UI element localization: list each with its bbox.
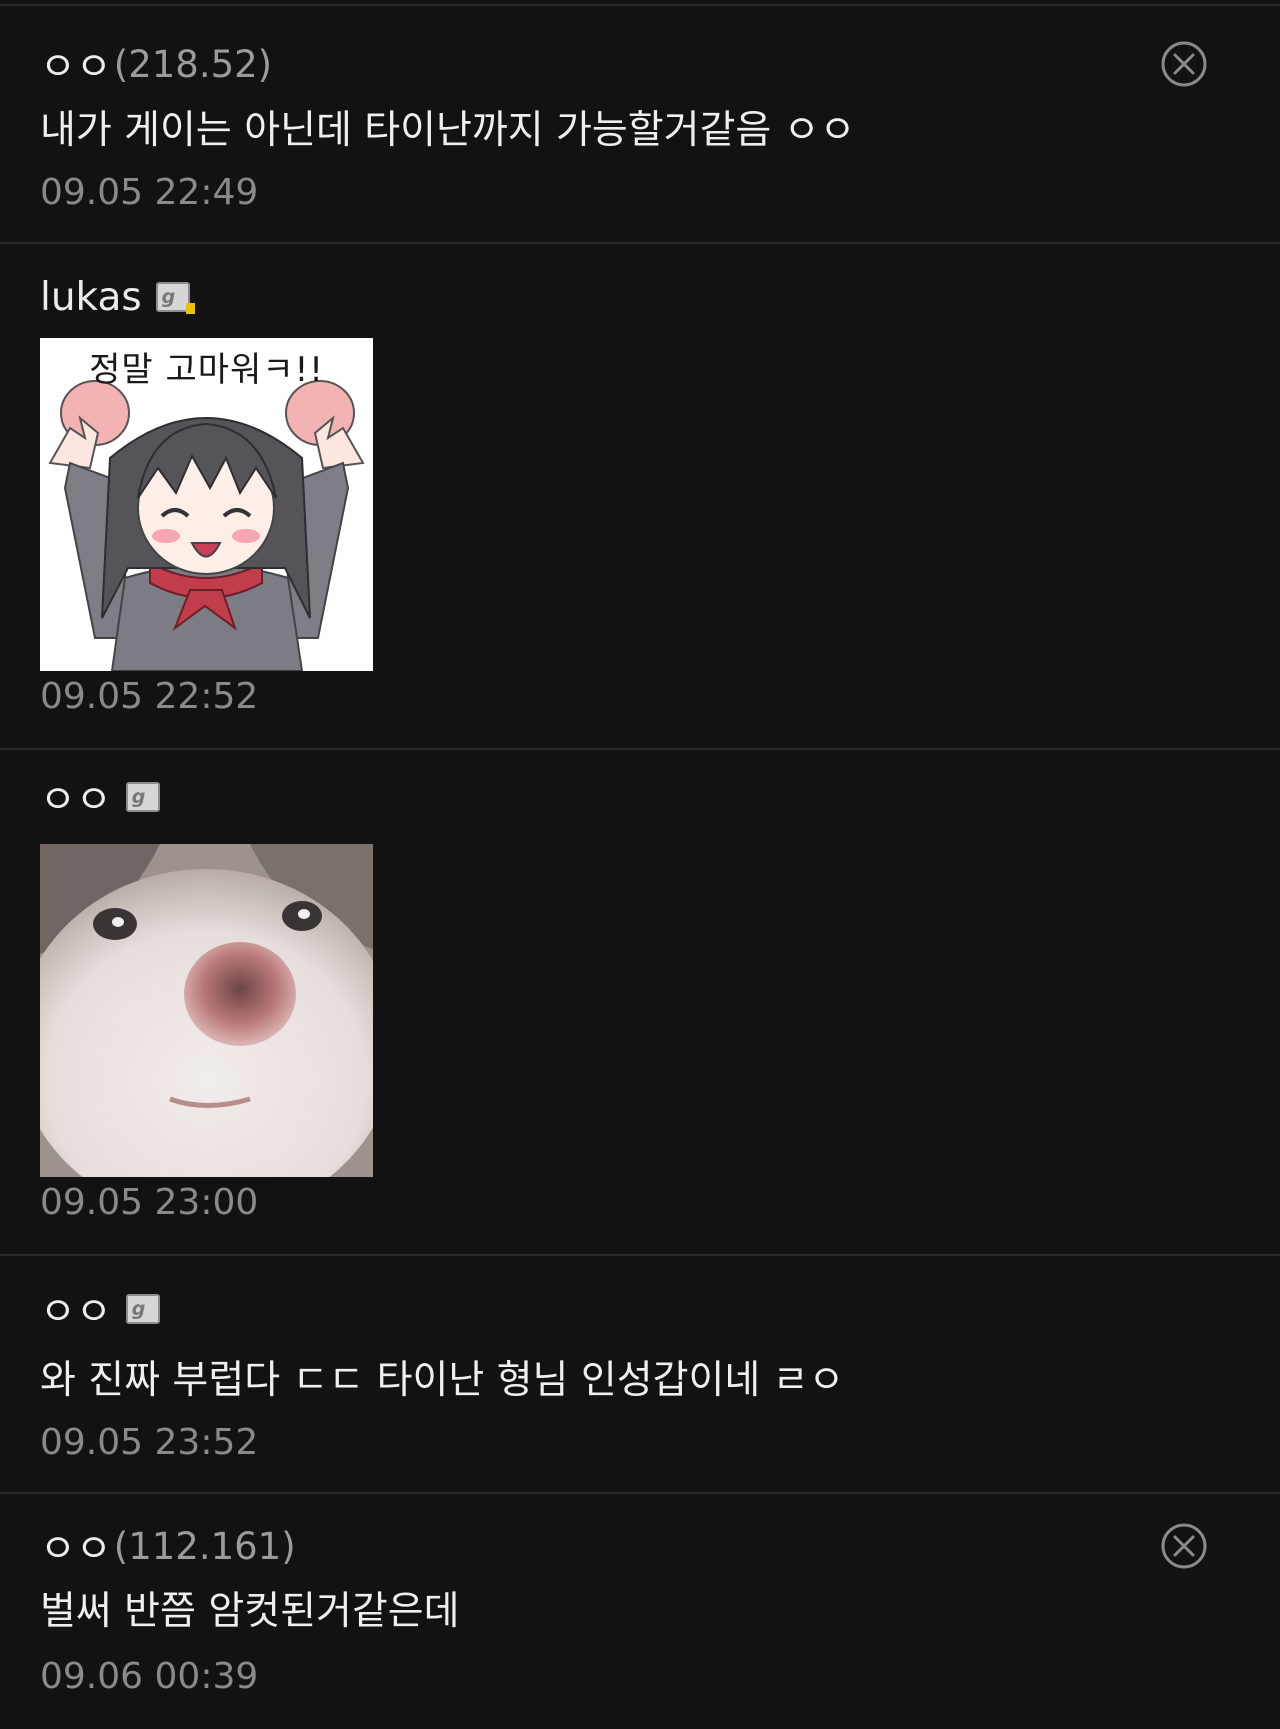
author-nickname[interactable]: ㅇㅇ [40,1518,112,1574]
half-fixed-nick-icon: g [125,1294,160,1324]
author-nickname[interactable]: ㅇㅇ [40,1281,112,1337]
fixed-nick-icon: g [155,282,195,314]
comment-item: ㅇㅇ (218.52) 내가 게이는 아닌데 타이난까지 가능할거같음 ㅇㅇ 0… [0,6,1280,244]
author-ip: (218.52) [113,42,273,86]
sticker-caption: 정말 고마워ㅋ!! [89,350,324,390]
comment-author[interactable]: ㅇㅇ g [40,1281,160,1337]
comment-item: ㅇㅇ g 09.05 23:00 [0,750,1280,1256]
comment-text: 벌써 반쯤 암컷된거같은데 [40,1589,460,1634]
comment-item: ㅇㅇ (112.161) 벌써 반쯤 암컷된거같은데 09.06 00:39 [0,1494,1280,1729]
thank-you-anime-girl-sticker[interactable]: 정말 고마워ㅋ!! [40,338,373,671]
comment-timestamp: 09.05 22:52 [40,676,259,717]
cat-face-photo [40,844,373,1177]
comment-timestamp: 09.05 23:00 [40,1182,259,1223]
comment-text: 와 진짜 부럽다 ㄷㄷ 타이난 형님 인성갑이네 ㄹㅇ [40,1358,845,1403]
comment-timestamp: 09.06 00:39 [40,1656,259,1697]
author-ip: (112.161) [113,1524,296,1568]
comment-author[interactable]: lukas g [40,272,195,322]
author-nickname[interactable]: lukas [40,275,142,320]
comment-author[interactable]: ㅇㅇ (218.52) [40,36,273,92]
author-nickname[interactable]: ㅇㅇ [40,769,112,825]
comment-timestamp: 09.05 22:49 [40,172,259,213]
comment-text: 내가 게이는 아닌데 타이난까지 가능할거같음 ㅇㅇ [40,108,856,153]
half-fixed-nick-icon: g [125,782,160,812]
comment-item: lukas g 정말 고마워ㅋ!! 09.05 22:52 [0,244,1280,750]
comment-timestamp: 09.05 23:52 [40,1422,259,1463]
close-circle-icon[interactable] [1160,1522,1208,1570]
comment-author[interactable]: ㅇㅇ (112.161) [40,1518,296,1574]
comment-author[interactable]: ㅇㅇ g [40,769,160,825]
comment-item: ㅇㅇ g 와 진짜 부럽다 ㄷㄷ 타이난 형님 인성갑이네 ㄹㅇ 09.05 2… [0,1256,1280,1494]
close-circle-icon[interactable] [1160,40,1208,88]
author-nickname[interactable]: ㅇㅇ [40,36,112,92]
cat-face-closeup[interactable] [40,844,373,1177]
